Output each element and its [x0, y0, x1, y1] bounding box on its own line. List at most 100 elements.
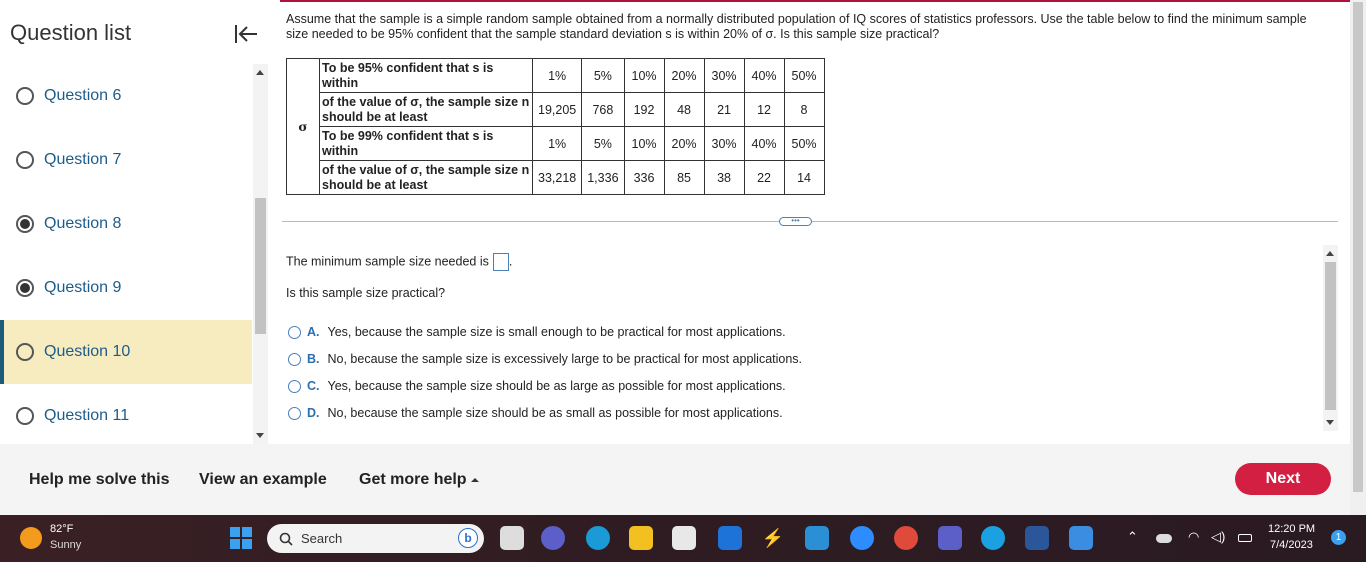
expand-more-button[interactable]: ••• — [779, 217, 812, 226]
question-item-10[interactable]: Question 10 — [0, 320, 252, 384]
caret-up-icon — [470, 477, 479, 482]
question-item-11[interactable]: Question 11 — [0, 384, 252, 444]
option-text: Yes, because the sample size should be a… — [327, 379, 786, 393]
scroll-up-icon[interactable] — [1326, 251, 1334, 256]
option-c[interactable]: C. Yes, because the sample size should b… — [288, 379, 786, 393]
table-row: of the value of σ, the sample size n sho… — [287, 92, 825, 127]
table-row: of the value of σ, the sample size n sho… — [287, 160, 825, 195]
store-icon[interactable] — [672, 526, 696, 550]
sun-icon[interactable] — [20, 527, 42, 549]
next-button[interactable]: Next — [1235, 463, 1331, 495]
question-label: Question 11 — [44, 407, 130, 424]
table-cell: 30% — [703, 126, 745, 161]
teams-icon[interactable] — [938, 526, 962, 550]
zoom-icon[interactable] — [850, 526, 874, 550]
table-cell: 10% — [623, 126, 665, 161]
scroll-thumb[interactable] — [1325, 262, 1336, 410]
table-cell: 40% — [743, 126, 785, 161]
table-cell: 50% — [783, 126, 825, 161]
sigma-label: σ — [286, 58, 320, 195]
status-radio-icon — [16, 407, 34, 425]
question-label: Question 9 — [44, 279, 122, 296]
edge-icon[interactable] — [586, 526, 610, 550]
chrome-icon[interactable] — [894, 526, 918, 550]
option-b[interactable]: B. No, because the sample size is excess… — [288, 352, 802, 366]
question-item-9[interactable]: Question 9 — [0, 256, 252, 320]
option-radio-icon[interactable] — [288, 325, 301, 339]
weather-condition[interactable]: Sunny — [50, 539, 81, 551]
table-cell: 14 — [783, 160, 825, 195]
question-label: Question 6 — [44, 87, 122, 104]
practical-question: Is this sample size practical? — [286, 286, 446, 300]
option-letter: C. — [307, 379, 320, 393]
scroll-thumb[interactable] — [255, 198, 266, 334]
scroll-down-icon[interactable] — [256, 433, 264, 438]
browser-icon[interactable] — [981, 526, 1005, 550]
answer-input-box[interactable] — [492, 253, 509, 271]
option-d[interactable]: D. No, because the sample size should be… — [288, 406, 783, 420]
status-radio-icon — [16, 87, 34, 105]
scroll-down-icon[interactable] — [1326, 420, 1334, 425]
status-radio-icon — [16, 151, 34, 169]
min-sample-line: The minimum sample size needed is. — [286, 253, 512, 271]
view-example-link[interactable]: View an example — [199, 471, 327, 489]
help-me-solve-link[interactable]: Help me solve this — [29, 471, 170, 489]
collapse-sidebar-icon[interactable] — [233, 22, 259, 46]
notification-badge[interactable]: 1 — [1331, 530, 1346, 545]
wifi-icon[interactable]: ◠ — [1188, 529, 1199, 545]
table-cell: 85 — [663, 160, 705, 195]
table-cell: 33,218 — [531, 160, 583, 195]
table-row: To be 99% confident that s is within 1% … — [287, 126, 825, 161]
clock-time[interactable]: 12:20 PM — [1268, 523, 1315, 535]
file-explorer-icon[interactable] — [629, 526, 653, 550]
word-icon[interactable] — [1025, 526, 1049, 550]
table-cell: 20% — [663, 126, 705, 161]
tray-chevron-icon[interactable]: ⌃ — [1127, 529, 1138, 545]
option-radio-icon[interactable] — [288, 379, 301, 393]
bing-icon[interactable]: b — [458, 528, 478, 548]
sidebar-title: Question list — [10, 20, 132, 45]
scroll-thumb[interactable] — [1353, 2, 1363, 492]
option-radio-icon[interactable] — [288, 352, 301, 366]
page-scrollbar[interactable] — [1350, 0, 1366, 515]
calculator-icon[interactable] — [805, 526, 829, 550]
min-sample-prompt: The minimum sample size needed is — [286, 254, 489, 269]
battery-icon[interactable] — [1238, 534, 1252, 542]
question-list: Question 6 Question 7 Question 8 Questio… — [0, 64, 252, 444]
table-cell: 1% — [531, 126, 583, 161]
windows-start-icon[interactable] — [230, 527, 252, 549]
lightning-app-icon[interactable]: ⚡ — [761, 526, 785, 550]
chat-icon[interactable] — [541, 526, 565, 550]
question-list-sidebar: Question list Question 6 Question 7 Ques… — [0, 0, 268, 444]
question-item-8[interactable]: Question 8 — [0, 192, 252, 256]
task-view-icon[interactable] — [500, 526, 524, 550]
option-a[interactable]: A. Yes, because the sample size is small… — [288, 325, 786, 339]
table-cell: 30% — [703, 58, 745, 93]
table-cell: 21 — [703, 92, 745, 127]
table-cell: 8 — [783, 92, 825, 127]
onedrive-icon[interactable] — [1156, 534, 1172, 543]
question-label: Question 8 — [44, 215, 122, 232]
option-text: No, because the sample size should be as… — [327, 406, 783, 420]
question-item-7[interactable]: Question 7 — [0, 128, 252, 192]
table-cell: 48 — [663, 92, 705, 127]
question-label: Question 7 — [44, 151, 122, 168]
completed-radio-icon — [16, 215, 34, 233]
scroll-up-icon[interactable] — [256, 70, 264, 75]
table-row: σ To be 95% confident that s is within 1… — [286, 58, 825, 195]
option-radio-icon[interactable] — [288, 406, 301, 420]
taskbar-search[interactable]: Search b — [267, 524, 484, 553]
weather-temp[interactable]: 82°F — [50, 523, 73, 535]
question-item-6[interactable]: Question 6 — [0, 64, 252, 128]
clock-date[interactable]: 7/4/2023 — [1270, 539, 1313, 551]
answer-scrollbar[interactable] — [1323, 245, 1338, 431]
get-more-help-link[interactable]: Get more help — [359, 471, 479, 489]
table-cell: 1,336 — [581, 160, 625, 195]
sidebar-scrollbar[interactable] — [253, 64, 268, 444]
photos-icon[interactable] — [1069, 526, 1093, 550]
dropbox-icon[interactable] — [718, 526, 742, 550]
app-window: Question list Question 6 Question 7 Ques… — [0, 0, 1366, 515]
table-cell: 336 — [623, 160, 665, 195]
table-cell: 768 — [581, 92, 625, 127]
volume-icon[interactable]: ◁) — [1211, 529, 1225, 545]
